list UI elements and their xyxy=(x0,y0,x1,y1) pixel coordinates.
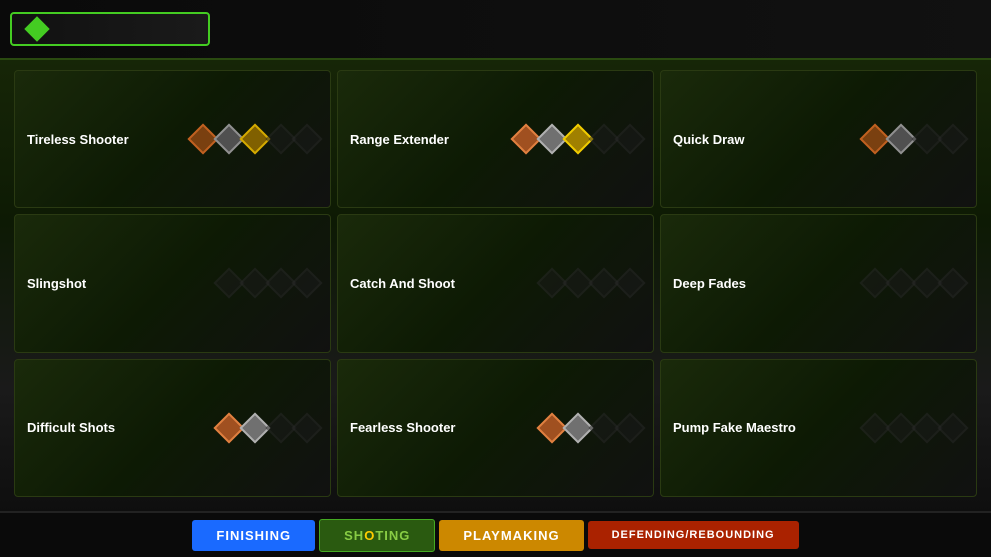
badge-card-quick-draw[interactable]: Quick Draw xyxy=(660,70,977,208)
badge-diamond-deep-fades-3 xyxy=(937,268,968,299)
badge-icons-difficult-shots xyxy=(137,417,318,439)
badge-diamond-pump-fake-maestro-3 xyxy=(937,412,968,443)
badge-icons-range-extender xyxy=(460,128,641,150)
main-container: Tireless Shooter Range Extender Quick Draw… xyxy=(0,0,991,557)
badge-name-range-extender: Range Extender xyxy=(350,132,450,147)
max-badge xyxy=(10,12,210,46)
badge-icons-catch-and-shoot xyxy=(465,272,641,294)
badge-diamond-quick-draw-3 xyxy=(937,124,968,155)
badges-grid: Tireless Shooter Range Extender Quick Draw… xyxy=(0,60,991,507)
badge-icons-tireless-shooter xyxy=(139,128,318,150)
badge-diamond-fearless-shooter-3 xyxy=(614,412,645,443)
badge-name-deep-fades: Deep Fades xyxy=(673,276,773,291)
badge-diamond-difficult-shots-3 xyxy=(291,412,322,443)
badge-diamond-catch-and-shoot-3 xyxy=(614,268,645,299)
tab-playmaking[interactable]: PLAYMAKING xyxy=(439,520,583,551)
badge-name-quick-draw: Quick Draw xyxy=(673,132,773,147)
badge-icons-pump-fake-maestro xyxy=(806,417,964,439)
badge-diamond-slingshot-3 xyxy=(291,268,322,299)
tab-finishing[interactable]: FINISHING xyxy=(192,520,315,551)
badge-card-catch-and-shoot[interactable]: Catch And Shoot xyxy=(337,214,654,352)
badge-card-deep-fades[interactable]: Deep Fades xyxy=(660,214,977,352)
badge-card-tireless-shooter[interactable]: Tireless Shooter xyxy=(14,70,331,208)
max-diamond-icon xyxy=(24,16,49,41)
badge-card-range-extender[interactable]: Range Extender xyxy=(337,70,654,208)
badge-icons-slingshot xyxy=(137,272,318,294)
badge-name-fearless-shooter: Fearless Shooter xyxy=(350,420,456,435)
badge-name-catch-and-shoot: Catch And Shoot xyxy=(350,276,455,291)
badge-name-pump-fake-maestro: Pump Fake Maestro xyxy=(673,420,796,435)
badge-icons-fearless-shooter xyxy=(466,417,642,439)
tab-defending[interactable]: DEFENDING/REBOUNDING xyxy=(588,521,799,549)
bottom-tabs: FINISHINGSHOTINGPLAYMAKINGDEFENDING/REBO… xyxy=(0,511,991,557)
top-bar xyxy=(0,0,991,60)
badge-card-pump-fake-maestro[interactable]: Pump Fake Maestro xyxy=(660,359,977,497)
badge-card-difficult-shots[interactable]: Difficult Shots xyxy=(14,359,331,497)
tab-shooting[interactable]: SHOTING xyxy=(319,519,435,552)
badge-icons-quick-draw xyxy=(783,128,964,150)
badge-name-tireless-shooter: Tireless Shooter xyxy=(27,132,129,147)
badge-name-slingshot: Slingshot xyxy=(27,276,127,291)
badge-name-difficult-shots: Difficult Shots xyxy=(27,420,127,435)
badge-diamond-range-extender-4 xyxy=(614,124,645,155)
badge-diamond-tireless-shooter-4 xyxy=(291,124,322,155)
badge-card-slingshot[interactable]: Slingshot xyxy=(14,214,331,352)
shooting-dot: O xyxy=(364,528,375,543)
badge-card-fearless-shooter[interactable]: Fearless Shooter xyxy=(337,359,654,497)
badge-icons-deep-fades xyxy=(783,272,964,294)
